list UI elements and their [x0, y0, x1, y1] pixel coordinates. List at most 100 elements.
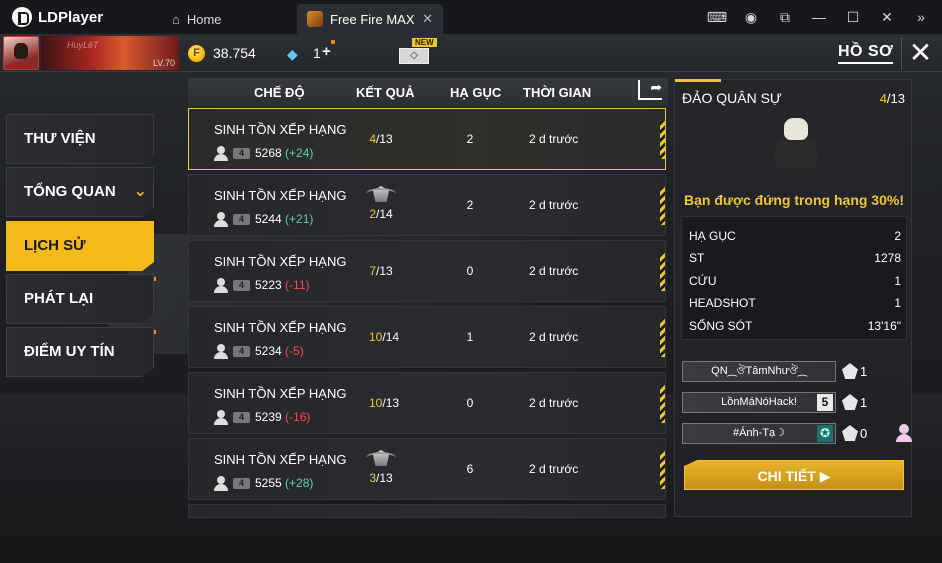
vault-button[interactable]: ◇ NEW	[399, 38, 443, 66]
squad-size: 4	[233, 412, 250, 423]
row-mode: SINH TỒN XẾP HẠNG	[214, 452, 347, 467]
game-topbar: HuyLêT LV.70 F 38.754 ◆ 1 + ◇ NEW HỒ SƠ …	[0, 34, 942, 72]
row-rating: 5223 (-11)	[255, 278, 310, 292]
col-mode: CHẾ ĐỘ	[254, 85, 305, 100]
stat-row: CỨU 1	[689, 274, 901, 288]
player-icon	[214, 344, 228, 359]
tab-home-label: Home	[186, 11, 222, 27]
row-stripe	[660, 451, 665, 489]
resize-icon[interactable]: ⧉	[768, 9, 802, 26]
row-rating: 5255 (+28)	[255, 476, 314, 490]
row-rating: 5244 (+21)	[255, 212, 314, 226]
table-row[interactable]: SINH TỒN XẾP HẠNG 4 5239 (-16) 10/13 0 2…	[188, 372, 666, 434]
new-badge: NEW	[412, 38, 437, 47]
teammate-name: QN⁔ঔTâmNhưঔ⁔	[682, 361, 836, 382]
menu-item-replay[interactable]: PHÁT LẠI	[6, 274, 154, 324]
close-icon[interactable]: ✕	[870, 9, 904, 26]
diamond-icon: ◆	[287, 46, 298, 62]
row-kills: 6	[466, 462, 474, 476]
menu-item-label: ĐIỂM UY TÍN	[24, 343, 115, 360]
squad-size: 4	[233, 280, 250, 291]
teammate-rank-icon: ✪	[817, 425, 833, 442]
close-profile-button[interactable]: ✕	[901, 38, 939, 70]
menu-item-label: LỊCH SỬ	[24, 237, 86, 254]
rank-percentile-message: Bạn được đứng trong hạng 30%!	[683, 192, 904, 208]
game-screen: HuyLêT LV.70 F 38.754 ◆ 1 + ◇ NEW HỒ SƠ …	[0, 34, 942, 563]
row-mode: SINH TỒN XẾP HẠNG	[214, 254, 347, 269]
menu-item-label: TỔNG QUAN	[24, 183, 116, 200]
row-time: 2 d trước	[529, 198, 579, 212]
table-row[interactable]: SINH TỒN XẾP HẠNG 4 5234 (-5) 10/14 1 2 …	[188, 306, 666, 368]
player-icon	[214, 410, 228, 425]
player-icon	[214, 476, 228, 491]
player-icon	[214, 146, 228, 161]
close-tab-icon[interactable]: ✕	[422, 11, 433, 27]
table-row[interactable]: SINH TỒN XẾP HẠNG 4 5255 (+28) 3/13 6 2 …	[188, 438, 666, 500]
menu-item-overview[interactable]: TỔNG QUAN ⌄	[6, 167, 154, 217]
expand-sidebar-icon[interactable]: »	[904, 9, 938, 25]
row-mode: SINH TỒN XẾP HẠNG	[214, 122, 347, 137]
table-row-partial[interactable]	[188, 504, 666, 518]
row-kills: 0	[466, 396, 474, 410]
table-row[interactable]: SINH TỒN XẾP HẠNG 4 5244 (+21) 2/14 2 2 …	[188, 174, 666, 236]
row-kills: 1	[466, 330, 474, 344]
match-detail-panel: ĐẢO QUÂN SỰ 4/13 Bạn được đứng trong hạn…	[674, 79, 912, 517]
row-kills: 2	[466, 198, 474, 212]
gamepad-icon[interactable]: ⌨	[700, 9, 734, 26]
ldplayer-logo-icon	[12, 7, 32, 27]
menu-item-library[interactable]: THƯ VIỆN	[6, 114, 154, 164]
menu-item-label: THƯ VIỆN	[24, 130, 96, 147]
avatar[interactable]	[3, 36, 39, 70]
chevron-down-icon: ⌄	[133, 183, 147, 200]
add-diamond-button[interactable]: +	[322, 43, 331, 60]
teammate-level: 5	[817, 394, 833, 411]
maximize-icon[interactable]: ☐	[836, 9, 870, 26]
page-title: HỒ SƠ	[838, 43, 894, 64]
map-name: ĐẢO QUÂN SỰ	[682, 90, 782, 106]
teammate-kills: 1	[860, 364, 868, 379]
window-controls: ⌨ ◉ ⧉ — ☐ ✕ »	[700, 0, 938, 34]
tab-free-fire-label: Free Fire MAX	[330, 11, 415, 27]
tab-free-fire-max[interactable]: Free Fire MAX ✕	[297, 4, 443, 34]
table-row[interactable]: SINH TỒN XẾP HẠNG 4 5223 (-11) 7/13 0 2 …	[188, 240, 666, 302]
emulator-titlebar: LDPlayer ⌂ Home Free Fire MAX ✕ ⌨ ◉ ⧉ — …	[0, 0, 942, 34]
row-mode: SINH TỒN XẾP HẠNG	[214, 386, 347, 401]
menu-item-history[interactable]: LỊCH SỬ	[6, 221, 154, 271]
row-rating: 5268 (+24)	[255, 146, 314, 160]
row-result: 10/13	[369, 396, 400, 410]
player-icon	[214, 212, 228, 227]
player-banner[interactable]: HuyLêT LV.70	[41, 36, 179, 70]
character-illustration	[761, 118, 831, 184]
banner-player-name: HuyLêT	[67, 40, 99, 50]
account-icon[interactable]: ◉	[734, 9, 768, 26]
row-stripe	[660, 121, 665, 159]
skull-icon	[842, 425, 858, 441]
notification-dot	[331, 40, 335, 44]
teammate-name: #Ánh-Tạ☽ ✪	[682, 423, 836, 444]
row-rating: 5239 (-16)	[255, 410, 311, 424]
table-row[interactable]: SINH TỒN XẾP HẠNG 4 5268 (+24) 4/13 2 2 …	[188, 108, 666, 170]
home-icon: ⌂	[172, 11, 180, 27]
share-icon[interactable]: ➦	[638, 80, 662, 100]
squad-size: 4	[233, 346, 250, 357]
gold-amount: 38.754	[213, 45, 256, 61]
col-result: KẾT QUẢ	[356, 85, 415, 100]
row-kills: 0	[466, 264, 474, 278]
ldplayer-logo: LDPlayer	[12, 7, 162, 27]
row-result: 2/14	[369, 207, 393, 221]
free-fire-icon	[307, 11, 323, 27]
row-stripe	[660, 385, 665, 423]
row-result: 7/13	[369, 264, 393, 278]
tab-home[interactable]: ⌂ Home	[162, 4, 297, 34]
row-stripe	[660, 253, 665, 291]
squad-size: 4	[233, 478, 250, 489]
row-result: 10/14	[369, 330, 400, 344]
row-time: 2 d trước	[529, 330, 579, 344]
add-friend-icon[interactable]	[896, 424, 914, 442]
menu-item-reputation[interactable]: ĐIỂM UY TÍN	[6, 327, 154, 377]
details-button[interactable]: CHI TIẾT ▶	[684, 460, 904, 490]
row-time: 2 d trước	[529, 462, 579, 476]
gold-coin-icon: F	[188, 45, 205, 62]
row-stripe	[660, 187, 665, 225]
minimize-icon[interactable]: —	[802, 9, 836, 25]
